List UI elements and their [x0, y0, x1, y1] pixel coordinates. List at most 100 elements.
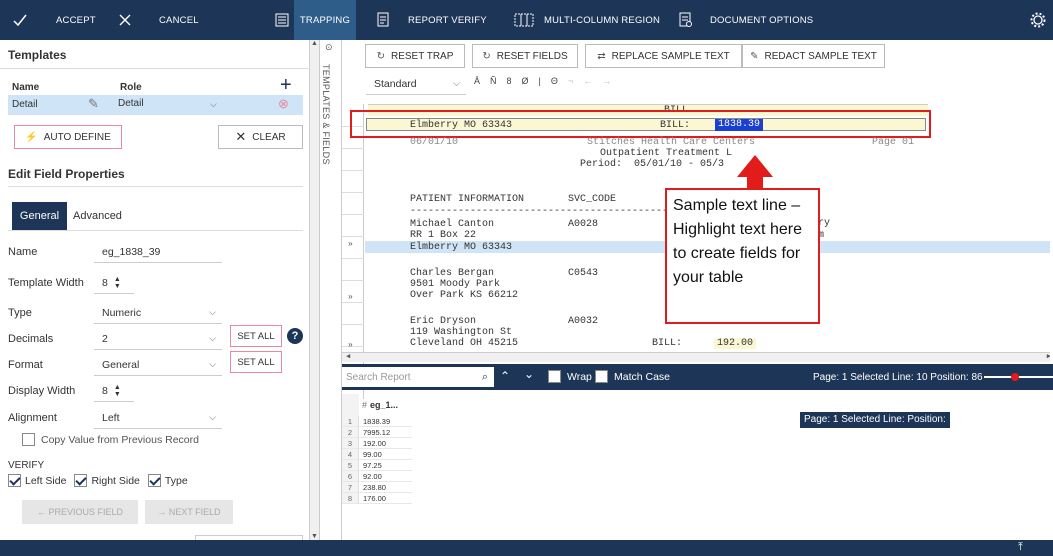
table-row[interactable]: 4 99.00	[342, 449, 412, 460]
row-value: 7995.12	[363, 428, 391, 437]
tab-trapping[interactable]: TRAPPING	[294, 0, 356, 40]
status-bar: ⤒	[0, 540, 1053, 556]
display-width-label: Display Width	[8, 385, 76, 397]
type-select[interactable]: Numeric ⌵	[94, 302, 222, 324]
template-width-stepper[interactable]: 8 ▲ ▼	[94, 272, 134, 294]
collapse-icon[interactable]: ⊙	[325, 42, 333, 53]
row-number: 3	[342, 438, 359, 448]
table-row[interactable]: 1 1838.39	[342, 416, 412, 427]
edit-icon[interactable]: ✎	[88, 96, 99, 112]
display-width-stepper[interactable]: 8 ▲ ▼	[94, 380, 134, 402]
replace-sample-text-button[interactable]: ⇄ REPLACE SAMPLE TEXT	[585, 44, 742, 68]
top-toolbar: ACCEPT CANCEL TRAPPING REPORT VERIFY MUL…	[0, 0, 1053, 40]
patient-city: Over Park KS 66212	[410, 290, 519, 301]
style-select[interactable]: Standard ⌵	[366, 73, 466, 95]
char-button[interactable]: ¬	[568, 76, 573, 86]
reset-trap-button[interactable]: ↻ RESET TRAP	[365, 44, 465, 68]
col-name-header: Name	[12, 82, 40, 93]
close-icon	[118, 13, 132, 27]
char-button[interactable]: Θ	[551, 76, 558, 86]
document-options-button[interactable]: DOCUMENT OPTIONS	[676, 0, 813, 40]
tab-general[interactable]: General	[12, 202, 67, 230]
auto-define-button[interactable]: ⚡ AUTO DEFINE	[14, 125, 122, 149]
name-field[interactable]: eg_1838_39	[94, 241, 222, 263]
previous-field-button[interactable]: ← PREVIOUS FIELD	[22, 500, 138, 524]
clear-button[interactable]: ✕ CLEAR	[218, 125, 303, 149]
stepper-arrows-icon[interactable]: ▲ ▼	[114, 276, 121, 290]
match-case-checkbox[interactable]	[595, 370, 608, 383]
horizontal-scrollbar[interactable]: ◀ ▶	[342, 352, 1050, 362]
template-row[interactable]: Detail ✎ Detail ⌵ ⊗	[8, 95, 303, 115]
table-row[interactable]: 3 192.00	[342, 438, 412, 449]
tab-advanced[interactable]: Advanced	[73, 210, 122, 222]
table-row[interactable]: 8 176.00	[342, 493, 412, 504]
report-verify-button[interactable]: REPORT VERIFY	[370, 0, 500, 40]
table-row[interactable]: 6 92.00	[342, 471, 412, 482]
scroll-left-icon[interactable]: ◀	[346, 352, 350, 361]
templates-fields-side-tab[interactable]: ⊙ TEMPLATES & FIELDS	[320, 40, 342, 540]
highlight-box	[350, 110, 931, 138]
zoom-slider-thumb[interactable]	[1011, 373, 1019, 381]
scroll-to-top-icon[interactable]: ⤒	[1018, 541, 1023, 554]
chevron-down-icon[interactable]: ⌵	[210, 99, 217, 110]
edit-field-properties-title: Edit Field Properties	[8, 167, 125, 181]
search-icon[interactable]: ⌕	[482, 371, 488, 384]
reset-fields-button[interactable]: ↻ RESET FIELDS	[472, 44, 578, 68]
format-select[interactable]: General ⌵	[94, 354, 222, 376]
grid-header[interactable]: # eg_1...	[342, 394, 412, 416]
row-marker-icon[interactable]: »	[348, 341, 353, 350]
set-all-decimals-button[interactable]: SET ALL	[230, 325, 282, 347]
accept-button[interactable]: ACCEPT	[0, 0, 110, 40]
template-name: Detail	[12, 99, 38, 110]
add-template-icon[interactable]: +	[280, 74, 292, 97]
settings-gear-icon[interactable]	[1030, 0, 1050, 40]
template-grid-icon[interactable]	[270, 0, 294, 40]
help-icon[interactable]: ?	[287, 328, 303, 344]
gutter-line	[342, 170, 364, 171]
left-panel-scrollbar[interactable]: ▲ ▼	[310, 40, 320, 540]
replace-icon: ⇄	[597, 50, 606, 62]
scroll-up-icon[interactable]: ▲	[311, 40, 318, 47]
table-row[interactable]: 7 238.80	[342, 482, 412, 493]
copy-value-checkbox[interactable]: Copy Value from Previous Record	[22, 433, 199, 446]
row-marker-icon[interactable]: »	[348, 293, 353, 302]
next-field-button[interactable]: → NEXT FIELD	[145, 500, 233, 524]
cancel-button[interactable]: CANCEL	[110, 0, 220, 40]
right-side-checkbox[interactable]	[74, 474, 88, 487]
redact-sample-text-button[interactable]: ✎ REDACT SAMPLE TEXT	[742, 44, 885, 68]
row-number: 7	[342, 482, 359, 492]
decimals-select[interactable]: 2 ⌵	[94, 328, 222, 350]
arrow-left-icon[interactable]: ←	[583, 76, 592, 86]
row-value: 92.00	[363, 472, 382, 481]
set-all-format-button[interactable]: SET ALL	[230, 351, 282, 373]
row-marker-icon[interactable]: »	[348, 240, 353, 249]
table-row[interactable]: 2 7995.12	[342, 427, 412, 438]
search-input[interactable]: Search Report ⌕	[342, 367, 494, 387]
type-check-label: Type	[164, 474, 188, 487]
multi-column-region-button[interactable]: MULTI-COLUMN REGION	[512, 0, 672, 40]
chevron-up-icon[interactable]: ⌃	[500, 369, 510, 383]
clear-label: CLEAR	[252, 131, 286, 143]
delete-icon[interactable]: ⊗	[278, 96, 289, 112]
checkbox[interactable]	[22, 433, 35, 446]
arrow-right-icon[interactable]: →	[602, 76, 611, 86]
char-button[interactable]: Ā	[474, 76, 480, 86]
bill-value: 192.00	[714, 338, 757, 349]
stepper-arrows-icon[interactable]: ▲ ▼	[114, 384, 121, 398]
char-button[interactable]: Ø	[522, 76, 529, 86]
char-button[interactable]: |	[539, 76, 541, 86]
row-value: 176.00	[363, 494, 386, 503]
scroll-right-icon[interactable]: ▶	[1047, 352, 1050, 361]
left-side-checkbox[interactable]	[8, 474, 21, 487]
redact-sample-label: REDACT SAMPLE TEXT	[764, 50, 877, 62]
alignment-select[interactable]: Left ⌵	[94, 407, 222, 429]
char-button[interactable]: 8	[507, 76, 512, 86]
type-checkbox[interactable]	[147, 474, 161, 487]
gutter-line	[342, 192, 364, 193]
auto-define-label: AUTO DEFINE	[43, 131, 111, 143]
table-row[interactable]: 5 97.25	[342, 460, 412, 471]
char-button[interactable]: Ñ	[490, 76, 497, 86]
wrap-checkbox[interactable]	[548, 370, 561, 383]
chevron-down-icon[interactable]: ⌄	[524, 367, 534, 381]
scroll-down-icon[interactable]: ▼	[311, 533, 318, 540]
